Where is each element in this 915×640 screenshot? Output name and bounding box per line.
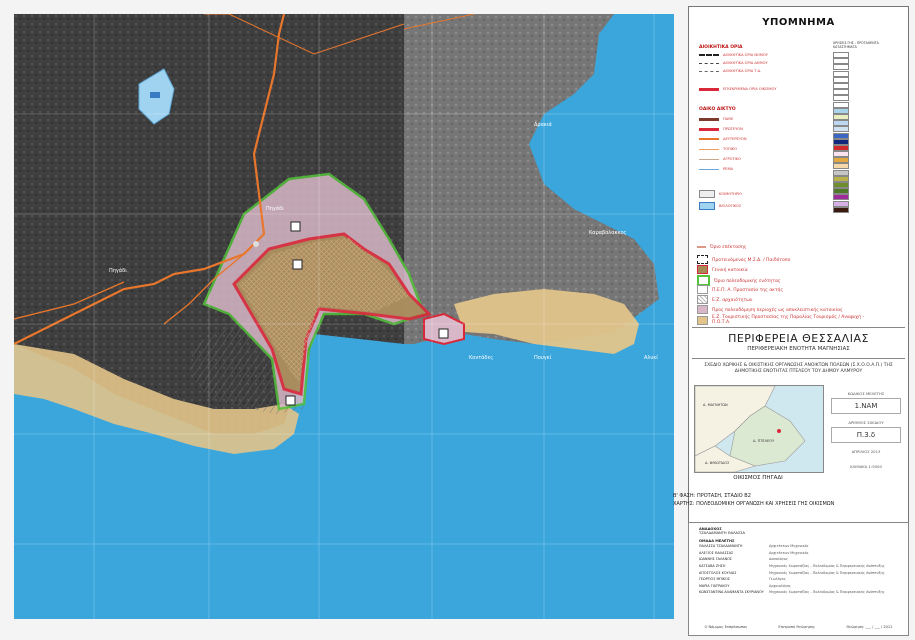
legend-tourism: Ε.Ζ. Τουριστικής Προστασίας της Παραλίας… [697, 315, 877, 325]
team-row: ΑΠΟΣΤΟΛΟΣ ΚΟΥΛΙΑΣ Μηχανικός Χωροταξίας - … [699, 570, 885, 575]
legend-expansion-limit: Όριο επέκτασης [697, 245, 746, 250]
label-alyki: Αλυκί [644, 354, 658, 361]
inset-label-1: Δ. ΜΑΓΝΗΤΩΝ [703, 403, 728, 407]
legend-admin-4: ΕΓΚΕΚΡΙΜΕΝΑ ΟΡΙΑ ΟΙΚΙΣΜΟΥ [699, 87, 777, 93]
legend-playground: Προτεινόμενος Μ.Σ.Δ. / Παιδότοπο [697, 255, 790, 264]
team-row: ΜΑΡΙΑ ΓΙΑΤΡΑΚΟΥ Αρχαιολόγος [699, 583, 792, 588]
map-area[interactable]: Πηγάδι Πηγάδι Δρακιά Καραβόλακκος Κοντάδ… [14, 14, 674, 619]
legend-residential: Γενική κατοικία [697, 265, 748, 274]
legend-admin-1: ΔΙΟΙΚΗΤΙΚΑ ΟΡΙΑ ΝΟΜΟΥ [699, 53, 768, 59]
unit-title: ΠΕΡΙΦΕΡΕΙΑΚΗ ΕΝΟΤΗΤΑ ΜΑΓΝΗΣΙΑΣ [747, 346, 850, 352]
label-village-top: Πηγάδι [266, 205, 284, 212]
map-sheet: Πηγάδι Πηγάδι Δρακιά Καραβόλακκος Κοντάδ… [0, 0, 915, 640]
legend-planned: Προς πολεοδόμηση περιοχές ως αποκλειστικ… [697, 305, 843, 314]
team-row: ΚΩΝΣΤΑΝΤΙΝΑ ΑΛΑΜΑΝΤΑ ΣΚΥΡΙΑΝΟΥ Μηχανικός … [699, 590, 885, 595]
label-village-west: Πηγάδι [109, 267, 127, 274]
team-row: ΑΛΕΞΙΟΣ ΘΑΛΑΣΣΑΣ Αρχιτέκτων Μηχανικός [699, 550, 809, 555]
contractor: ΤΖΑΛΔΑΜΑΝΤΗ ΘΑΛΑΣΣΑ [699, 531, 745, 535]
legend-admin-3: ΔΙΟΙΚΗΤΙΚΑ ΟΡΙΑ Τ.Δ. [699, 69, 761, 75]
inset-caption: ΟΙΚΙΣΜΟΣ ΠΗΓΑΔΙ [733, 475, 783, 481]
playground-icon-2 [292, 259, 303, 270]
sig-representative: Ο Νόμιμος Εκπρόσωπος [704, 625, 748, 629]
legend-road-6: ΡΕΜΑ [699, 167, 733, 173]
map-canvas: Πηγάδι Πηγάδι Δρακιά Καραβόλακκος Κοντάδ… [14, 14, 674, 619]
team-row: ΘΑΛΑΣΣΑ ΤΖΑΛΔΑΜΑΝΤΗ Αρχιτέκτων Μηχανικός [699, 544, 809, 549]
team-table: ΑΝΑΔΟΧΟΣ ΤΖΑΛΔΑΜΑΝΤΗ ΘΑΛΑΣΣΑ ΟΜΑΔΑ ΜΕΛΕΤ… [688, 522, 909, 636]
land-use-column: ΧΡΗΣΕΙΣ ΓΗΣ - ΠΡΟΤΑΘΕΝΤΑ ΚΑΤΑΣΤΗΜΑΤΑ [833, 41, 903, 251]
phase-block: Β' ΦΑΣΗ: ΠΡΟΤΑΣΗ, ΣΤΑΔΙΟ Β2 ΧΑΡΤΗΣ: ΠΟΛΕ… [671, 493, 913, 508]
label-karavolakkos: Καραβόλακκος [589, 229, 627, 236]
legend-title: ΥΠΟΜΝΗΜΑ [762, 17, 835, 28]
label-kontades: Κοντάδες [469, 354, 493, 361]
inset-label-2: Δ. ΠΤΕΛΕΟΥ [753, 439, 775, 443]
study-title: ΣΧΕΔΙΟ ΧΩΡΙΚΗΣ & ΟΙΚΙΣΤΙΚΗΣ ΟΡΓΑΝΩΣΗΣ ΑΝ… [704, 363, 893, 374]
label-pougki: Πουγκί [534, 354, 552, 361]
phase-line-2: ΧΑΡΤΗΣ: ΠΟΛΕΟΔΟΜΙΚΗ ΟΡΓΑΝΩΣΗ ΚΑΙ ΧΡΗΣΕΙΣ… [673, 500, 835, 507]
team-row: ΓΕΩΡΓΙΟΣ ΜΠΙΚΟΣ Γεωλόγος [699, 577, 786, 582]
roads-header: ΟΔΙΚΟ ΔΙΚΤΥΟ [699, 107, 736, 112]
scale-label: ΚΛΙΜΑΚΑ 1:5000 [850, 464, 882, 469]
legend-road-3: ΔΕΥΤΕΡΕΥΟΝ [699, 137, 747, 143]
team-row: ΚΑΤΣΑΒΑ ΖΗΣΗ Μηχανικός Χωροταξίας - Πολεο… [699, 564, 885, 569]
region-title: ΠΕΡΙΦΕΡΕΙΑ ΘΕΣΣΑΛΙΑΣ [728, 332, 869, 345]
label-drakia: Δρακιά [534, 121, 553, 128]
playground-icon-3 [285, 395, 296, 406]
legend-road-4: ΤΟΠΙΚΟ [699, 147, 737, 153]
playground-icon-4 [438, 328, 449, 339]
drawing-label: ΑΡΙΘΜΟΣ ΣΧΕΔΙΟΥ [848, 420, 884, 425]
team-row: ΙΩΑΝΝΗΣ ΓΑΛΑΝΟΣ Δασολόγος [699, 557, 788, 562]
legend-road-2: ΠΡΩΤΕΥΟΝ [699, 127, 743, 133]
date-label: ΑΠΡΙΛΙΟΣ 2013 [851, 449, 881, 454]
sig-approval: Θεώρηση: ___ / ___ / 2012 [846, 625, 893, 629]
signatures: Ο Νόμιμος Εκπρόσωπος Επιτροπή Θεώρησης Θ… [689, 625, 908, 629]
sig-committee: Επιτροπή Θεώρησης [778, 625, 816, 629]
legend-road-5: ΑΓΡΟΤΙΚΟ [699, 157, 741, 163]
legend-admin-2: ΔΙΟΙΚΗΤΙΚΑ ΟΡΙΑ ΔΗΜΟΥ [699, 61, 768, 67]
drawing-value: Π.3.δ [831, 427, 901, 443]
code-value: 1.ΝΑΜ [831, 398, 901, 414]
inset-map: Δ. ΜΑΓΝΗΤΩΝ Δ. ΠΤΕΛΕΟΥ Δ. ΦΘΙΩΤΙΔΟΣ [694, 385, 824, 473]
legend-road-1: ΠΑΘΕ [699, 117, 733, 123]
info-column: ΚΩΔΙΚΟΣ ΜΕΛΕΤΗΣ 1.ΝΑΜ ΑΡΙΘΜΟΣ ΣΧΕΔΙΟΥ Π.… [827, 385, 905, 469]
playground-icon [290, 221, 301, 232]
legend-archaeo: Ε.Ζ. αρχαιότητων [697, 295, 752, 304]
admin-header: ΔΙΟΙΚΗΤΙΚΑ ΟΡΙΑ [699, 45, 743, 50]
code-label: ΚΩΔΙΚΟΣ ΜΕΛΕΤΗΣ [847, 391, 885, 396]
land-use-header: ΧΡΗΣΕΙΣ ΓΗΣ - ΠΡΟΤΑΘΕΝΤΑ ΚΑΤΑΣΤΗΜΑΤΑ [833, 41, 879, 49]
legend-coast: Π.Ε.Π. Α. Προστασία της ακτής [697, 285, 783, 294]
legend-bio: ΒΙΟΛΟΓΙΚΟΣ [699, 202, 741, 210]
title-block: ΠΕΡΙΦΕΡΕΙΑ ΘΕΣΣΑΛΙΑΣ ΠΕΡΙΦΕΡΕΙΑΚΗ ΕΝΟΤΗΤ… [692, 327, 905, 359]
cemetery-icon [253, 241, 259, 247]
lake-icon [150, 92, 160, 98]
legend-cemetery: ΚΟΙΜΗΤΗΡΙΟ [699, 190, 742, 198]
inset-label-3: Δ. ΦΘΙΩΤΙΔΟΣ [705, 461, 729, 465]
phase-line-1: Β' ΦΑΣΗ: ΠΡΟΤΑΣΗ, ΣΤΑΔΙΟ Β2 [673, 493, 751, 499]
